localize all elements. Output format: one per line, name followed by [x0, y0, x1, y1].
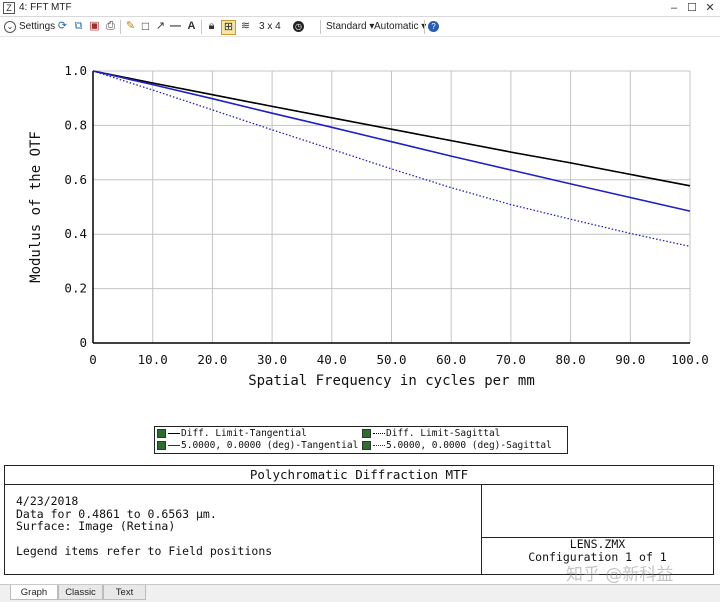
- y-tick-label: 0.6: [64, 172, 87, 187]
- x-tick-label: 100.0: [671, 352, 709, 367]
- layers-icon[interactable]: ≋: [239, 20, 252, 33]
- x-tick-label: 30.0: [257, 352, 287, 367]
- legend-item[interactable]: Diff. Limit-Sagittal: [362, 428, 500, 440]
- mtf-chart: 0 10.0 20.0 30.0 40.0 50.0 60.0 70.0 80.0 90.0 100…: [28, 63, 709, 389]
- x-tick-label: 0: [89, 352, 97, 367]
- chevron-down-icon[interactable]: ⌄: [4, 21, 16, 33]
- pencil-icon[interactable]: ✎: [124, 20, 137, 33]
- copy-icon[interactable]: ⧉: [72, 20, 85, 33]
- tab-text[interactable]: Text: [103, 585, 146, 600]
- file-name: LENS.ZMX: [569, 537, 626, 551]
- y-axis-label: Modulus of the OTF: [28, 131, 44, 283]
- tab-classic[interactable]: Classic: [58, 585, 103, 600]
- legend-item[interactable]: Diff. Limit-Tangential: [157, 428, 307, 440]
- close-icon[interactable]: ✕: [702, 1, 718, 15]
- y-tick-label: 0: [79, 335, 87, 350]
- x-tick-label: 20.0: [197, 352, 227, 367]
- y-tick-label: 0.4: [64, 226, 87, 241]
- rectangle-icon[interactable]: □: [139, 20, 152, 33]
- y-tick-label: 0.8: [64, 117, 87, 132]
- line-icon[interactable]: —: [169, 20, 182, 33]
- title-bar: Z 4: FFT MTF – ☐ ✕: [0, 0, 720, 17]
- help-icon[interactable]: ?: [428, 21, 439, 32]
- analysis-info-box: Polychromatic Diffraction MTF 4/23/2018 D…: [4, 465, 714, 575]
- legend-note: Legend items refer to Field positions: [16, 544, 273, 558]
- watermark: 知乎 @新科益: [566, 565, 674, 585]
- text-icon[interactable]: A: [185, 20, 198, 33]
- x-tick-label: 10.0: [138, 352, 168, 367]
- legend-item[interactable]: 5.0000, 0.0000 (deg)-Sagittal: [362, 440, 552, 452]
- legend-item[interactable]: 5.0000, 0.0000 (deg)-Tangential: [157, 440, 358, 452]
- chart-legend: Diff. Limit-Tangential Diff. Limit-Sagit…: [154, 426, 568, 454]
- tab-graph[interactable]: Graph: [10, 585, 58, 600]
- analysis-details: 4/23/2018 Data for 0.4861 to 0.6563 µm. Su…: [16, 495, 217, 533]
- x-tick-label: 40.0: [317, 352, 347, 367]
- automatic-dropdown[interactable]: Automatic ▾: [374, 19, 426, 34]
- window-title: 4: FFT MTF: [19, 2, 72, 13]
- settings-button[interactable]: Settings: [19, 19, 55, 34]
- y-tick-label: 1.0: [64, 63, 87, 78]
- x-tick-label: 50.0: [376, 352, 406, 367]
- zemax-window-icon: Z: [3, 2, 15, 14]
- refresh-icon[interactable]: ⟳: [56, 20, 69, 33]
- analysis-title: Polychromatic Diffraction MTF: [5, 466, 713, 485]
- arrow-icon[interactable]: ↗: [154, 20, 167, 33]
- x-tick-label: 60.0: [436, 352, 466, 367]
- grid-layout-icon[interactable]: ⊞: [221, 20, 236, 35]
- x-tick-label: 90.0: [615, 352, 645, 367]
- save-icon[interactable]: ▣: [88, 20, 101, 33]
- view-tabs: Graph Classic Text: [0, 584, 720, 602]
- x-axis-label: Spatial Frequency in cycles per mm: [248, 373, 535, 389]
- toolbar: ⌄ Settings ⟳ ⧉ ▣ ⎙ ✎ □ ↗ — A 🔒︎ ⊞ ≋ 3 x …: [0, 17, 720, 37]
- x-tick-label: 70.0: [496, 352, 526, 367]
- clock-icon[interactable]: ◷: [293, 21, 304, 32]
- date-text: 4/23/2018: [16, 494, 79, 508]
- layout-dropdown[interactable]: 3 x 4: [259, 19, 281, 34]
- y-tick-label: 0.2: [64, 281, 87, 296]
- maximize-button[interactable]: ☐: [684, 1, 700, 15]
- surface-text: Surface: Image (Retina): [16, 519, 176, 533]
- x-tick-label: 80.0: [556, 352, 586, 367]
- lock-icon[interactable]: 🔒︎: [205, 20, 218, 33]
- print-icon[interactable]: ⎙: [104, 20, 117, 33]
- standard-dropdown[interactable]: Standard ▾: [326, 19, 374, 34]
- minimize-button[interactable]: –: [666, 1, 682, 15]
